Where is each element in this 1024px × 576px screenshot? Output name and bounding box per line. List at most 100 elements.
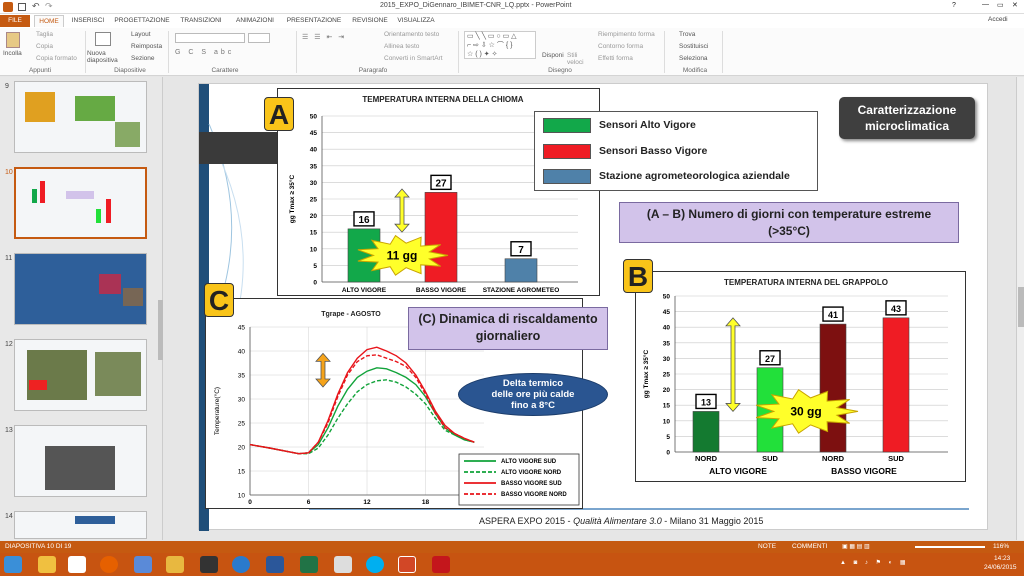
chart-a-xtick: STAZIONE AGROMETEO	[483, 287, 560, 294]
calendar-icon[interactable]	[334, 556, 352, 573]
tab-design[interactable]: PROGETTAZIONE	[112, 15, 172, 27]
chart-a-value-label: 16	[358, 215, 370, 226]
explorer-icon[interactable]	[38, 556, 56, 573]
shape-effects-button[interactable]: Effetti forma	[598, 55, 633, 62]
signin-link[interactable]: Accedi	[988, 16, 1008, 23]
thumb-number: 10	[5, 169, 13, 176]
format-painter-button[interactable]: Copia formato	[36, 55, 77, 62]
thumbnail-scrollbar[interactable]	[158, 300, 163, 360]
chart-b-bar	[882, 317, 910, 453]
slide-thumbnail-9[interactable]	[14, 81, 147, 153]
chart-a-bar	[424, 192, 458, 283]
chart-c-xtick: 0	[248, 499, 252, 506]
select-button[interactable]: Seleziona	[679, 55, 708, 62]
font-name-box[interactable]	[175, 33, 245, 43]
slide-thumbnail-10[interactable]	[14, 167, 147, 239]
tab-insert[interactable]: INSERISCI	[68, 15, 108, 27]
comments-button[interactable]: COMMENTI	[792, 543, 827, 550]
zoom-slider[interactable]	[915, 546, 985, 548]
find-button[interactable]: Trova	[679, 31, 695, 38]
tab-slideshow[interactable]: PRESENTAZIONE	[284, 15, 344, 27]
text-direction-button[interactable]: Orientamento testo	[384, 31, 439, 38]
tab-view[interactable]: VISUALIZZA	[396, 15, 436, 27]
legend-label-alto-vigore: Sensori Alto Vigore	[599, 119, 696, 131]
chart-b-ytick: 40	[663, 325, 671, 332]
chart-b-ytick: 0	[666, 450, 670, 457]
skype-icon[interactable]	[366, 556, 384, 573]
slide-thumbnail-13[interactable]	[14, 425, 147, 497]
excel-icon[interactable]	[300, 556, 318, 573]
quick-styles-button[interactable]: Stili veloci	[567, 52, 589, 66]
scroll-thumb[interactable]	[1018, 287, 1024, 327]
acrobat-icon[interactable]	[432, 556, 450, 573]
layout-button[interactable]: Layout	[131, 31, 151, 38]
tab-review[interactable]: REVISIONE	[348, 15, 392, 27]
clock-time[interactable]: 14:23	[994, 555, 1010, 562]
files-icon[interactable]	[134, 556, 152, 573]
help-button[interactable]: ?	[952, 2, 956, 9]
paragraph-icons[interactable]: ☰ ☰ ⇤ ⇥	[302, 33, 346, 41]
chart-b-ytick: 10	[663, 418, 671, 425]
chart-c-ytick: 30	[238, 397, 246, 404]
shapes-gallery[interactable]: ▭ ╲ ╲ ▭ ○ ▭ △ ⌐ ⇨ ⇩ ☆ ⌒ { } ☆ ( ) ✦ ✧	[464, 31, 536, 59]
chart-a-xtick: ALTO VIGORE	[342, 287, 387, 294]
tab-home[interactable]: HOME	[34, 15, 64, 27]
firefox-icon[interactable]	[100, 556, 118, 573]
minimize-button[interactable]: —	[982, 1, 989, 8]
close-button[interactable]: ✕	[1012, 1, 1018, 9]
font-format-icons[interactable]: G C S abc	[175, 49, 234, 56]
align-text-button[interactable]: Allinea testo	[384, 43, 419, 50]
save-icon[interactable]	[18, 3, 26, 11]
slide-canvas[interactable]: TEMPERATURA INTERNA DELLA CHIOMA 0 5 10 15 2…	[198, 83, 988, 531]
chart-a-ytick: 10	[310, 246, 318, 253]
camera-icon[interactable]	[200, 556, 218, 573]
taskbar: ▲ ◙ ♪ ⚑ ◐ ▦ 14:23 24/06/2015	[0, 553, 1024, 576]
reset-button[interactable]: Reimposta	[131, 43, 162, 50]
paste-button[interactable]: Incolla	[3, 50, 22, 57]
copy-button[interactable]: Copia	[36, 43, 53, 50]
word-icon[interactable]	[266, 556, 284, 573]
redo-icon[interactable]: ↷	[45, 1, 53, 12]
chart-a-double-arrow	[394, 188, 410, 233]
folder-icon[interactable]	[166, 556, 184, 573]
undo-icon[interactable]: ↶	[32, 1, 40, 12]
smartart-button[interactable]: Converti in SmartArt	[384, 55, 443, 62]
powerpoint-taskbar-icon[interactable]	[398, 556, 416, 573]
font-size-box[interactable]	[248, 33, 270, 43]
chart-c-ytick: 35	[238, 373, 246, 380]
arrange-button[interactable]: Disponi	[542, 52, 564, 59]
chart-a-bar	[504, 258, 538, 283]
view-buttons[interactable]: ▣ ▦ ▤ ▥	[842, 543, 912, 551]
description-c: (C) Dinamica di riscaldamento giornalier…	[408, 307, 608, 350]
globe-icon[interactable]	[232, 556, 250, 573]
chart-b-double-arrow	[725, 317, 741, 413]
slide-thumbnail-14[interactable]	[14, 511, 147, 539]
section-button[interactable]: Sezione	[131, 55, 155, 62]
tab-transitions[interactable]: TRANSIZIONI	[176, 15, 226, 27]
slide-thumbnail-11[interactable]	[14, 253, 147, 325]
cut-button[interactable]: Taglia	[36, 31, 53, 38]
new-slide-button[interactable]: Nuova diapositiva	[87, 50, 123, 64]
chart-c-series-line	[249, 346, 475, 455]
legend-swatch-blue	[543, 169, 591, 184]
slide-scrollbar[interactable]	[1016, 77, 1024, 540]
tab-file[interactable]: FILE	[0, 15, 30, 27]
chart-a-ytick: 5	[313, 263, 317, 270]
system-tray[interactable]: ▲ ◙ ♪ ⚑ ◐ ▦	[840, 559, 980, 569]
maximize-button[interactable]: ▭	[997, 1, 1004, 9]
clock-date[interactable]: 24/06/2015	[984, 564, 1017, 571]
replace-button[interactable]: Sostituisci	[679, 43, 708, 50]
windows-start-icon[interactable]	[4, 556, 22, 573]
zoom-level[interactable]: 116%	[993, 543, 1009, 550]
notes-button[interactable]: NOTE	[758, 543, 776, 550]
shape-outline-button[interactable]: Contorno forma	[598, 43, 643, 50]
chart-c-series-line	[249, 367, 475, 455]
paragraph-group-label: Paragrafo	[358, 67, 388, 74]
ribbon-tabs: FILE HOME INSERISCI PROGETTAZIONE TRANSI…	[0, 14, 1024, 28]
home-icon[interactable]	[68, 556, 86, 573]
legend-label-stazione: Stazione agrometeorologica aziendale	[599, 170, 790, 182]
slide-thumbnail-12[interactable]	[14, 339, 147, 411]
thumbnail-pane: 9 10 11 12 13 14	[0, 77, 163, 540]
tab-animations[interactable]: ANIMAZIONI	[230, 15, 280, 27]
shape-fill-button[interactable]: Riempimento forma	[598, 31, 655, 38]
